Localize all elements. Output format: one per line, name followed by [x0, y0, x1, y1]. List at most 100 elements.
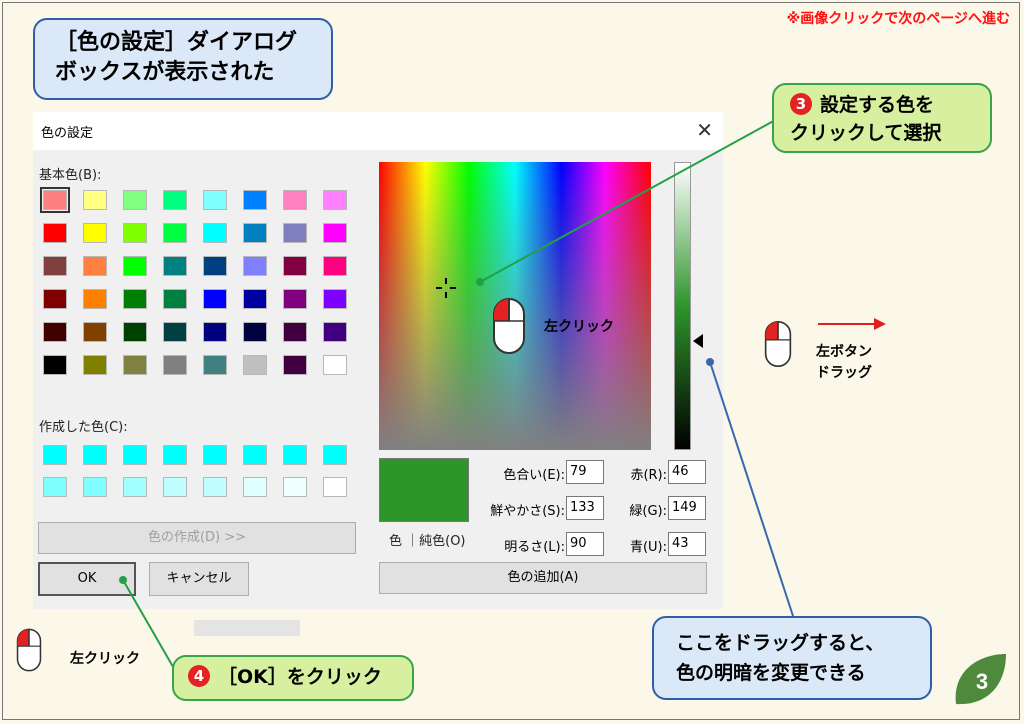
- color-swatch[interactable]: [243, 256, 267, 276]
- color-swatch[interactable]: [203, 322, 227, 342]
- luminance-arrow-icon[interactable]: [693, 334, 703, 348]
- color-swatch[interactable]: [123, 355, 147, 375]
- color-swatch[interactable]: [283, 190, 307, 210]
- color-swatch[interactable]: [243, 355, 267, 375]
- crosshair-cursor-icon: [436, 278, 456, 298]
- color-swatch[interactable]: [163, 289, 187, 309]
- color-swatch[interactable]: [203, 223, 227, 243]
- callout-line: ボックスが表示された: [55, 60, 275, 85]
- color-swatch[interactable]: [83, 190, 107, 210]
- color-swatch[interactable]: [83, 477, 107, 497]
- color-swatch[interactable]: [203, 289, 227, 309]
- color-swatch[interactable]: [163, 445, 187, 465]
- hue-field[interactable]: 79: [566, 460, 604, 484]
- color-swatch[interactable]: [83, 355, 107, 375]
- luminance-label: 明るさ(L):: [504, 540, 565, 555]
- cancel-button[interactable]: キャンセル: [149, 562, 249, 596]
- color-swatch[interactable]: [83, 322, 107, 342]
- color-swatch[interactable]: [283, 289, 307, 309]
- color-swatch[interactable]: [123, 289, 147, 309]
- color-swatch[interactable]: [43, 355, 67, 375]
- hue-label: 色合い(E):: [503, 468, 565, 483]
- color-swatch[interactable]: [40, 187, 70, 213]
- page-number-leaf-icon[interactable]: 3: [950, 650, 1010, 708]
- color-swatch[interactable]: [283, 355, 307, 375]
- left-drag-label-1: 左ボタン: [816, 344, 872, 360]
- red-field[interactable]: 46: [668, 460, 706, 484]
- luminance-field[interactable]: 90: [566, 532, 604, 556]
- close-icon[interactable]: ✕: [696, 118, 713, 142]
- mouse-left-click-icon: [16, 628, 42, 672]
- color-swatch[interactable]: [123, 477, 147, 497]
- color-dialog: 色の設定 ✕ 基本色(B): 作成した色(C): 色の作成(D) >> OK キ…: [33, 112, 723, 609]
- color-swatch[interactable]: [43, 256, 67, 276]
- color-swatch[interactable]: [243, 223, 267, 243]
- color-swatch[interactable]: [123, 223, 147, 243]
- color-swatch[interactable]: [323, 289, 347, 309]
- color-swatch[interactable]: [83, 223, 107, 243]
- dialog-shown-callout: ［色の設定］ダイアログ ボックスが表示された: [33, 18, 333, 100]
- color-swatch[interactable]: [163, 477, 187, 497]
- color-solid-label: 色 ｜純色(O): [389, 534, 466, 549]
- mouse-left-click-icon: [493, 298, 525, 354]
- color-swatch[interactable]: [163, 322, 187, 342]
- color-swatch[interactable]: [323, 256, 347, 276]
- color-swatch[interactable]: [43, 289, 67, 309]
- color-swatch[interactable]: [323, 190, 347, 210]
- color-swatch[interactable]: [163, 256, 187, 276]
- color-swatch[interactable]: [323, 477, 347, 497]
- color-swatch[interactable]: [243, 322, 267, 342]
- color-swatch[interactable]: [243, 477, 267, 497]
- step-number-badge: 3: [790, 93, 812, 115]
- callout-line: ここをドラッグすると、: [676, 632, 885, 654]
- drag-hint-callout: ここをドラッグすると、 色の明暗を変更できる: [652, 616, 932, 700]
- color-swatch[interactable]: [163, 223, 187, 243]
- step-number-badge: 4: [188, 665, 210, 687]
- color-swatch[interactable]: [203, 477, 227, 497]
- color-swatch[interactable]: [203, 190, 227, 210]
- left-drag-label-2: ドラッグ: [816, 365, 872, 381]
- color-swatch[interactable]: [323, 322, 347, 342]
- color-swatch[interactable]: [43, 477, 67, 497]
- color-swatch[interactable]: [243, 445, 267, 465]
- color-swatch[interactable]: [43, 322, 67, 342]
- color-swatch[interactable]: [43, 223, 67, 243]
- ok-button[interactable]: OK: [38, 562, 136, 596]
- color-swatch[interactable]: [83, 445, 107, 465]
- color-swatch[interactable]: [243, 190, 267, 210]
- saturation-field[interactable]: 133: [566, 496, 604, 520]
- color-swatch[interactable]: [283, 322, 307, 342]
- basic-colors-label: 基本色(B):: [39, 168, 102, 183]
- color-preview: [379, 458, 469, 522]
- color-swatch[interactable]: [283, 223, 307, 243]
- color-swatch[interactable]: [283, 256, 307, 276]
- color-swatch[interactable]: [83, 289, 107, 309]
- color-swatch[interactable]: [323, 445, 347, 465]
- blue-label: 青(U):: [629, 540, 667, 555]
- color-swatch[interactable]: [323, 355, 347, 375]
- red-label: 赤(R):: [630, 468, 667, 483]
- blank-bar: [194, 620, 300, 636]
- dialog-titlebar: 色の設定 ✕: [33, 112, 723, 150]
- color-swatch[interactable]: [123, 322, 147, 342]
- color-swatch[interactable]: [123, 256, 147, 276]
- color-swatch[interactable]: [323, 223, 347, 243]
- color-swatch[interactable]: [43, 445, 67, 465]
- callout-line: クリックして選択: [790, 122, 942, 144]
- green-field[interactable]: 149: [668, 496, 706, 520]
- color-swatch[interactable]: [283, 445, 307, 465]
- define-custom-colors-button[interactable]: 色の作成(D) >>: [38, 522, 356, 554]
- color-swatch[interactable]: [283, 477, 307, 497]
- add-custom-color-button[interactable]: 色の追加(A): [379, 562, 707, 594]
- color-swatch[interactable]: [123, 190, 147, 210]
- color-swatch[interactable]: [203, 256, 227, 276]
- color-swatch[interactable]: [243, 289, 267, 309]
- color-swatch[interactable]: [83, 256, 107, 276]
- color-swatch[interactable]: [163, 190, 187, 210]
- color-swatch[interactable]: [203, 355, 227, 375]
- color-swatch[interactable]: [123, 445, 147, 465]
- color-swatch[interactable]: [163, 355, 187, 375]
- color-swatch[interactable]: [203, 445, 227, 465]
- blue-field[interactable]: 43: [668, 532, 706, 556]
- luminance-slider[interactable]: [674, 162, 691, 450]
